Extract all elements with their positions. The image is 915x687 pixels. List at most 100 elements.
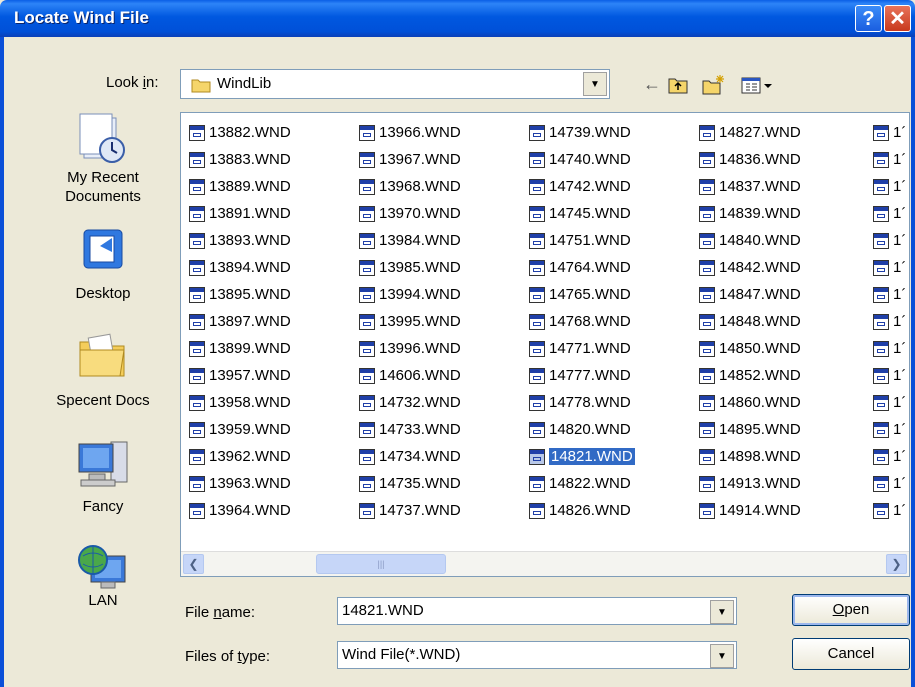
file-item[interactable]: 13967.WND bbox=[359, 146, 461, 173]
file-item[interactable]: 1´ bbox=[873, 443, 906, 470]
file-item[interactable]: 14732.WND bbox=[359, 389, 461, 416]
new-folder-icon[interactable] bbox=[701, 74, 725, 96]
place-fancy[interactable]: Fancy bbox=[38, 438, 168, 515]
file-list[interactable]: 13882.WND 13883.WND 13889.WND 13891.WND 1389… bbox=[180, 112, 910, 577]
file-item[interactable]: 13959.WND bbox=[189, 416, 291, 443]
look-in-dropdown-arrow-icon[interactable]: ▼ bbox=[583, 72, 607, 96]
file-item[interactable]: 14606.WND bbox=[359, 362, 461, 389]
file-item[interactable]: 1´ bbox=[873, 254, 906, 281]
file-item[interactable]: 14778.WND bbox=[529, 389, 635, 416]
file-item[interactable]: 14733.WND bbox=[359, 416, 461, 443]
file-item[interactable]: 14852.WND bbox=[699, 362, 801, 389]
file-item[interactable]: 1´ bbox=[873, 470, 906, 497]
file-item[interactable]: 14895.WND bbox=[699, 416, 801, 443]
file-item[interactable]: 1´ bbox=[873, 281, 906, 308]
title-bar[interactable]: Locate Wind File ? ✕ bbox=[0, 0, 915, 37]
scroll-left-icon[interactable]: ❮ bbox=[183, 554, 204, 574]
file-item[interactable]: 13962.WND bbox=[189, 443, 291, 470]
file-item[interactable]: 14860.WND bbox=[699, 389, 801, 416]
file-item[interactable]: 13963.WND bbox=[189, 470, 291, 497]
file-item[interactable]: 13897.WND bbox=[189, 308, 291, 335]
view-menu-icon[interactable] bbox=[740, 74, 776, 96]
file-item[interactable]: 13895.WND bbox=[189, 281, 291, 308]
up-folder-icon[interactable] bbox=[667, 74, 689, 96]
file-item[interactable]: 1´ bbox=[873, 146, 906, 173]
file-item[interactable]: 13994.WND bbox=[359, 281, 461, 308]
place-desktop[interactable]: Desktop bbox=[38, 228, 168, 302]
file-item[interactable]: 14898.WND bbox=[699, 443, 801, 470]
close-button[interactable]: ✕ bbox=[884, 5, 911, 32]
file-item[interactable]: 13882.WND bbox=[189, 119, 291, 146]
file-item[interactable]: 14827.WND bbox=[699, 119, 801, 146]
file-item[interactable]: 14735.WND bbox=[359, 470, 461, 497]
file-item[interactable]: 13970.WND bbox=[359, 200, 461, 227]
file-item[interactable]: 14847.WND bbox=[699, 281, 801, 308]
file-type-dropdown-arrow-icon[interactable]: ▼ bbox=[710, 644, 734, 668]
file-item[interactable]: 13985.WND bbox=[359, 254, 461, 281]
file-item[interactable]: 14737.WND bbox=[359, 497, 461, 524]
scroll-right-icon[interactable]: ❯ bbox=[886, 554, 907, 574]
file-item[interactable]: 14848.WND bbox=[699, 308, 801, 335]
file-item[interactable]: 13893.WND bbox=[189, 227, 291, 254]
file-item[interactable]: 14740.WND bbox=[529, 146, 635, 173]
file-item[interactable]: 1´ bbox=[873, 173, 906, 200]
file-item[interactable]: 1´ bbox=[873, 389, 906, 416]
place-lan[interactable]: LAN bbox=[38, 542, 168, 609]
cancel-button[interactable]: Cancel bbox=[792, 638, 910, 670]
file-item[interactable]: 13964.WND bbox=[189, 497, 291, 524]
file-item[interactable]: 13996.WND bbox=[359, 335, 461, 362]
file-item[interactable]: 14739.WND bbox=[529, 119, 635, 146]
file-item[interactable]: 14850.WND bbox=[699, 335, 801, 362]
file-item[interactable]: 13968.WND bbox=[359, 173, 461, 200]
file-item[interactable]: 13984.WND bbox=[359, 227, 461, 254]
file-item[interactable]: 1´ bbox=[873, 119, 906, 146]
file-item[interactable]: 14771.WND bbox=[529, 335, 635, 362]
place-specent-docs[interactable]: Specent Docs bbox=[38, 328, 168, 409]
back-arrow-icon[interactable]: ← bbox=[643, 74, 661, 96]
file-item[interactable]: 14745.WND bbox=[529, 200, 635, 227]
scrollbar-thumb[interactable]: ||| bbox=[316, 554, 446, 574]
file-item[interactable]: 14764.WND bbox=[529, 254, 635, 281]
file-item[interactable]: 1´ bbox=[873, 335, 906, 362]
place-my-recent-documents[interactable]: My Recent Documents bbox=[38, 110, 168, 206]
file-name-dropdown-arrow-icon[interactable]: ▼ bbox=[710, 600, 734, 624]
help-button[interactable]: ? bbox=[855, 5, 882, 32]
file-item[interactable]: 13889.WND bbox=[189, 173, 291, 200]
file-item[interactable]: 14914.WND bbox=[699, 497, 801, 524]
file-item-selected[interactable]: 14821.WND bbox=[529, 443, 635, 470]
file-item[interactable]: 14777.WND bbox=[529, 362, 635, 389]
file-name-input[interactable]: 14821.WND ▼ bbox=[337, 597, 737, 625]
file-item[interactable]: 13899.WND bbox=[189, 335, 291, 362]
file-item[interactable]: 14742.WND bbox=[529, 173, 635, 200]
file-item[interactable]: 14734.WND bbox=[359, 443, 461, 470]
file-item[interactable]: 1´ bbox=[873, 362, 906, 389]
open-button[interactable]: Open bbox=[792, 594, 910, 626]
file-item[interactable]: 14826.WND bbox=[529, 497, 635, 524]
look-in-dropdown[interactable]: WindLib ▼ bbox=[180, 69, 610, 99]
horizontal-scrollbar[interactable]: ❮ ||| ❯ bbox=[181, 551, 909, 576]
file-item[interactable]: 14839.WND bbox=[699, 200, 801, 227]
file-item[interactable]: 14822.WND bbox=[529, 470, 635, 497]
file-item[interactable]: 13894.WND bbox=[189, 254, 291, 281]
file-item[interactable]: 1´ bbox=[873, 416, 906, 443]
file-item[interactable]: 14765.WND bbox=[529, 281, 635, 308]
file-item[interactable]: 1´ bbox=[873, 308, 906, 335]
file-type-select[interactable]: Wind File(*.WND) ▼ bbox=[337, 641, 737, 669]
file-item[interactable]: 14768.WND bbox=[529, 308, 635, 335]
file-item[interactable]: 13995.WND bbox=[359, 308, 461, 335]
file-item[interactable]: 14840.WND bbox=[699, 227, 801, 254]
file-item[interactable]: 14820.WND bbox=[529, 416, 635, 443]
file-item[interactable]: 1´ bbox=[873, 200, 906, 227]
file-item[interactable]: 13958.WND bbox=[189, 389, 291, 416]
file-item[interactable]: 13957.WND bbox=[189, 362, 291, 389]
file-item[interactable]: 13966.WND bbox=[359, 119, 461, 146]
file-item[interactable]: 1´ bbox=[873, 227, 906, 254]
file-item[interactable]: 14836.WND bbox=[699, 146, 801, 173]
file-item[interactable]: 14842.WND bbox=[699, 254, 801, 281]
file-item[interactable]: 14913.WND bbox=[699, 470, 801, 497]
file-item[interactable]: 13883.WND bbox=[189, 146, 291, 173]
file-item[interactable]: 1´ bbox=[873, 497, 906, 524]
file-item[interactable]: 14751.WND bbox=[529, 227, 635, 254]
file-item[interactable]: 14837.WND bbox=[699, 173, 801, 200]
file-item[interactable]: 13891.WND bbox=[189, 200, 291, 227]
